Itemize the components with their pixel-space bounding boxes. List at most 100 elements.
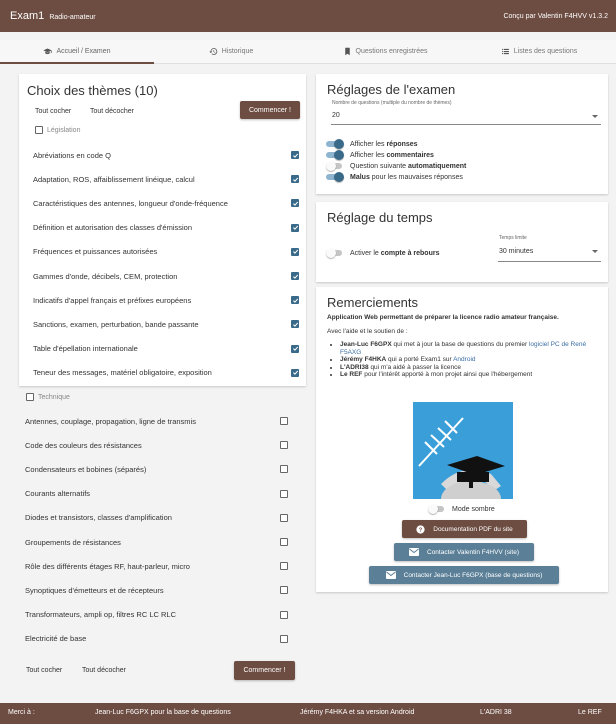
theme-checkbox[interactable]: [280, 634, 288, 643]
start-button-top[interactable]: Commencer !: [240, 101, 300, 119]
theme-checkbox[interactable]: [291, 199, 299, 208]
thanks-item: Le REF pour l'intérêt apporté à mon proj…: [340, 371, 602, 379]
theme-checkbox[interactable]: [291, 320, 299, 329]
theme-checkbox[interactable]: [280, 586, 288, 595]
theme-row[interactable]: Rôle des différents étages RF, haut-parl…: [25, 556, 291, 576]
theme-row[interactable]: Table d'épellation internationale: [33, 339, 299, 359]
antenna-graduate-icon: [413, 402, 513, 499]
check-all-link-bottom[interactable]: Tout cocher: [26, 667, 62, 674]
tab-label: Accueil / Examen: [56, 47, 111, 55]
theme-checkbox[interactable]: [280, 465, 288, 474]
theme-label: Indicatifs d'appel français et préfixes …: [33, 295, 192, 305]
theme-row[interactable]: Gammes d'onde, décibels, CEM, protection: [33, 266, 299, 286]
theme-row[interactable]: Sanctions, examen, perturbation, bande p…: [33, 314, 299, 334]
theme-checkbox[interactable]: [280, 513, 288, 522]
start-button-bottom[interactable]: Commencer !: [234, 661, 295, 680]
theme-row[interactable]: Teneur des messages, matériel obligatoir…: [33, 363, 299, 383]
theme-label: Abréviations en code Q: [33, 150, 111, 160]
toggle-switch[interactable]: [326, 139, 344, 149]
chevron-down-icon[interactable]: [592, 250, 598, 253]
theme-label: Table d'épellation internationale: [33, 344, 138, 354]
countdown-toggle[interactable]: Activer le compte à rebours: [326, 248, 439, 258]
theme-label: Définition et autorisation des classes d…: [33, 223, 193, 233]
toggle-switch[interactable]: [326, 161, 344, 171]
theme-row[interactable]: Définition et autorisation des classes d…: [33, 218, 299, 238]
tab-historique[interactable]: Historique: [154, 40, 308, 64]
theme-checkbox[interactable]: [280, 538, 288, 546]
theme-label: Groupements de résistances: [25, 537, 121, 547]
toggle-switch[interactable]: [326, 150, 344, 160]
theme-label: Antennes, couplage, propagation, ligne d…: [25, 416, 196, 426]
theme-row[interactable]: Courants alternatifs: [25, 484, 291, 504]
exam-settings-card: Réglages de l'examen Nombre de questions…: [316, 74, 608, 194]
settings-toggle[interactable]: Question suivante automatiquement: [326, 161, 466, 171]
theme-checkbox[interactable]: [291, 272, 299, 280]
theme-row[interactable]: Indicatifs d'appel français et préfixes …: [33, 290, 299, 310]
theme-checkbox[interactable]: [280, 417, 288, 425]
theme-checkbox[interactable]: [291, 344, 299, 353]
tab-listes-questions[interactable]: Listes des questions: [462, 40, 616, 64]
category-legislation[interactable]: Législation: [35, 126, 80, 134]
chevron-down-icon[interactable]: [592, 115, 598, 118]
theme-checkbox[interactable]: [280, 489, 288, 498]
theme-checkbox[interactable]: [291, 223, 299, 232]
contact-jeanluc-button[interactable]: Contacter Jean-Luc F6GPX (base de questi…: [369, 566, 559, 584]
category-technique[interactable]: Technique: [26, 393, 70, 401]
toggle-switch[interactable]: [326, 172, 344, 182]
footer-item: Jean-Luc F6GPX pour la base de questions: [95, 709, 231, 716]
bookmark-icon: [344, 47, 350, 56]
contact-valentin-button[interactable]: Contacter Valentin F4HVV (site): [394, 543, 534, 561]
footer: Merci à : Jean-Luc F6GPX pour la base de…: [0, 703, 616, 724]
theme-row[interactable]: Synoptiques d'émetteurs et de récepteurs: [25, 580, 291, 600]
toggle-switch[interactable]: [326, 248, 344, 258]
time-settings-card: Réglage du temps Activer le compte à reb…: [316, 202, 608, 282]
theme-checkbox[interactable]: [291, 368, 299, 377]
settings-toggle[interactable]: Afficher les commentaires: [326, 150, 434, 160]
theme-checkbox[interactable]: [280, 441, 288, 450]
tab-label: Questions enregistrées: [355, 48, 428, 55]
theme-row[interactable]: Transformateurs, ampli op, filtres RC LC…: [25, 605, 291, 625]
theme-label: Condensateurs et bobines (séparés): [25, 464, 147, 474]
nav-tabs: Accueil / Examen Historique Questions en…: [0, 40, 616, 64]
theme-row[interactable]: Condensateurs et bobines (séparés): [25, 459, 291, 479]
theme-label: Diodes et transistors, classes d'amplifi…: [25, 513, 172, 523]
theme-checkbox[interactable]: [280, 610, 288, 619]
dark-mode-toggle[interactable]: Mode sombre: [428, 504, 495, 514]
theme-label: Adaptation, ROS, affaiblissement linéiqu…: [33, 174, 195, 184]
app-bar: Exam1 Radio-amateur Conçu par Valentin F…: [0, 0, 616, 32]
themes-card: Choix des thèmes (10) Tout cocher Tout d…: [19, 74, 306, 386]
theme-row[interactable]: Diodes et transistors, classes d'amplifi…: [25, 508, 291, 528]
footer-item: L'ADRI 38: [480, 709, 512, 716]
theme-checkbox[interactable]: [291, 247, 299, 256]
tab-questions-enregistrees[interactable]: Questions enregistrées: [308, 40, 462, 64]
category-checkbox[interactable]: [26, 393, 34, 401]
theme-row[interactable]: Electricité de base: [25, 629, 291, 649]
time-limit-select[interactable]: 30 minutes: [499, 248, 533, 255]
uncheck-all-link[interactable]: Tout décocher: [90, 108, 134, 115]
theme-row[interactable]: Code des couleurs des résistances: [25, 435, 291, 455]
theme-row[interactable]: Groupements de résistances: [25, 532, 291, 552]
settings-title: Réglages de l'examen: [327, 82, 456, 97]
theme-checkbox[interactable]: [280, 562, 288, 571]
settings-toggle[interactable]: Afficher les réponses: [326, 139, 418, 149]
question-count-label: Nombre de questions (multiple du nombre …: [332, 100, 452, 106]
category-checkbox[interactable]: [35, 126, 43, 134]
pdf-documentation-button[interactable]: ? Documentation PDF du site: [402, 520, 527, 538]
theme-checkbox[interactable]: [291, 151, 299, 159]
uncheck-all-link-bottom[interactable]: Tout décocher: [82, 667, 126, 674]
theme-checkbox[interactable]: [291, 175, 299, 184]
settings-toggle[interactable]: Malus pour les mauvaises réponses: [326, 172, 463, 182]
theme-row[interactable]: Adaptation, ROS, affaiblissement linéiqu…: [33, 169, 299, 189]
thanks-link[interactable]: Android: [453, 356, 475, 363]
check-all-link[interactable]: Tout cocher: [35, 108, 71, 115]
theme-row[interactable]: Fréquences et puissances autorisées: [33, 242, 299, 262]
theme-row[interactable]: Antennes, couplage, propagation, ligne d…: [25, 411, 291, 431]
toggle-switch[interactable]: [428, 504, 446, 514]
theme-label: Rôle des différents étages RF, haut-parl…: [25, 561, 190, 571]
question-count-select[interactable]: 20: [332, 112, 340, 119]
theme-row[interactable]: Abréviations en code Q: [33, 145, 299, 165]
tab-accueil[interactable]: Accueil / Examen: [0, 40, 154, 64]
theme-checkbox[interactable]: [291, 296, 299, 305]
time-title: Réglage du temps: [327, 210, 433, 225]
theme-row[interactable]: Caractéristiques des antennes, longueur …: [33, 193, 299, 213]
